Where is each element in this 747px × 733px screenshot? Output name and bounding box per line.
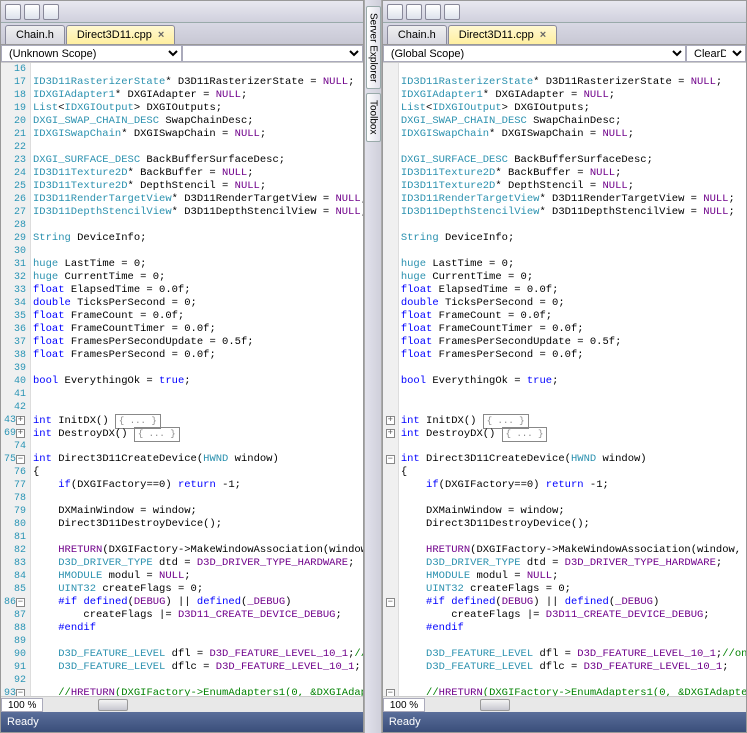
code-editor-left[interactable]: 1617181920212223242526272829303132333435… — [1, 63, 363, 696]
horizontal-scrollbar[interactable]: 100 % — [1, 696, 363, 712]
status-text: Ready — [389, 716, 421, 728]
right-pane: Chain.h Direct3D11.cpp × (Global Scope) C… — [382, 0, 747, 733]
left-pane: Chain.h Direct3D11.cpp× (Unknown Scope) … — [0, 0, 364, 733]
scope-select[interactable]: (Global Scope) — [383, 45, 686, 62]
zoom-level[interactable]: 100 % — [383, 698, 425, 712]
close-icon[interactable]: × — [540, 29, 546, 41]
scope-bar-right: (Global Scope) ClearD3D — [383, 45, 746, 63]
tab-label: Direct3D11.cpp — [77, 29, 152, 41]
toolbar-button[interactable] — [5, 4, 21, 20]
scroll-thumb[interactable] — [98, 699, 128, 711]
side-tool-tabs: Server Explorer Toolbox — [364, 0, 382, 733]
zoom-level[interactable]: 100 % — [1, 698, 43, 712]
fold-gutter: ++−−− — [383, 63, 399, 696]
toolbar-button[interactable] — [43, 4, 59, 20]
tab-direct3d11-cpp[interactable]: Direct3D11.cpp × — [448, 25, 557, 44]
toolbox-tab[interactable]: Toolbox — [366, 93, 381, 141]
scope-bar-left: (Unknown Scope) — [1, 45, 363, 63]
tab-label: Chain.h — [398, 29, 436, 41]
toolbar-right — [383, 1, 746, 23]
close-icon[interactable]: × — [158, 29, 164, 41]
toolbar-button[interactable] — [24, 4, 40, 20]
toolbar-button[interactable] — [425, 4, 441, 20]
member-select[interactable] — [182, 45, 363, 62]
tab-label: Chain.h — [16, 29, 54, 41]
toolbar-left — [1, 1, 363, 23]
tab-bar-right: Chain.h Direct3D11.cpp × — [383, 23, 746, 45]
toolbar-button[interactable] — [406, 4, 422, 20]
status-bar-right: Ready — [383, 712, 746, 732]
code-editor-right[interactable]: ++−−− ID3D11RasterizerState* D3D11Raster… — [383, 63, 746, 696]
status-bar-left: Ready — [1, 712, 363, 732]
tab-chain-h[interactable]: Chain.h — [387, 25, 447, 44]
scroll-thumb[interactable] — [480, 699, 510, 711]
code-area[interactable]: ID3D11RasterizerState* D3D11RasterizerSt… — [399, 63, 746, 696]
tab-direct3d11-cpp[interactable]: Direct3D11.cpp × — [66, 25, 175, 44]
tab-label: Direct3D11.cpp — [459, 29, 534, 41]
server-explorer-tab[interactable]: Server Explorer — [366, 6, 381, 89]
scope-select[interactable]: (Unknown Scope) — [1, 45, 182, 62]
line-number-gutter: 1617181920212223242526272829303132333435… — [1, 63, 31, 696]
member-select[interactable]: ClearD3D — [686, 45, 746, 62]
toolbar-button[interactable] — [387, 4, 403, 20]
horizontal-scrollbar[interactable]: 100 % — [383, 696, 746, 712]
status-text: Ready — [7, 716, 39, 728]
toolbar-button[interactable] — [444, 4, 460, 20]
code-area[interactable]: ID3D11RasterizerState* D3D11RasterizerSt… — [31, 63, 363, 696]
tab-chain-h[interactable]: Chain.h — [5, 25, 65, 44]
tab-bar-left: Chain.h Direct3D11.cpp × — [1, 23, 363, 45]
